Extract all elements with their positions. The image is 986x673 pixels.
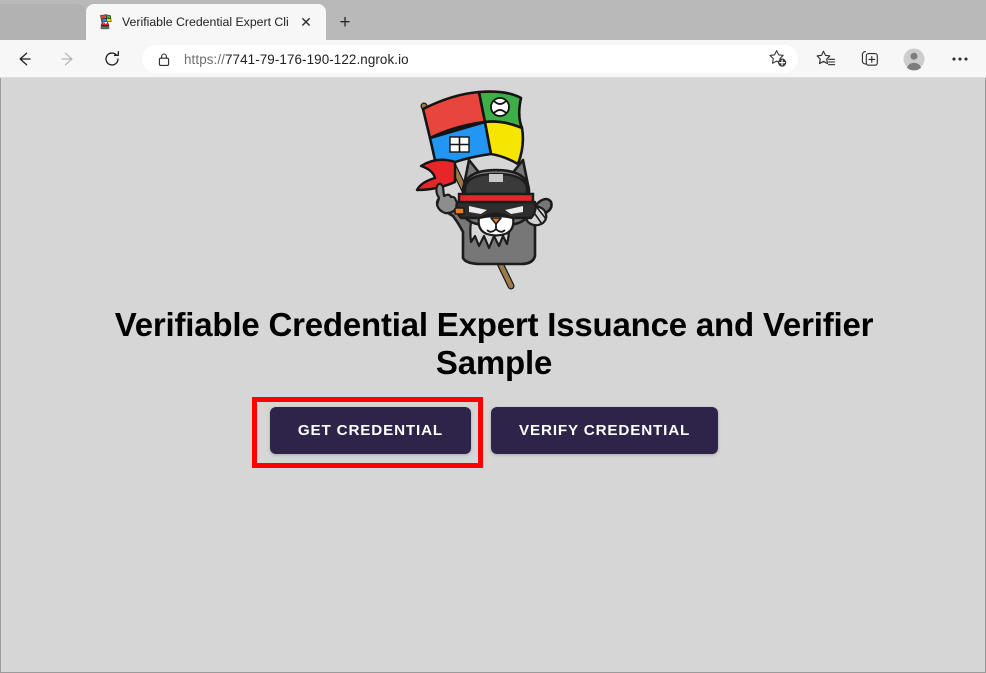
back-icon[interactable]: [10, 45, 38, 73]
url-host: 7741-79-176-190-122.ngrok.io: [225, 51, 409, 67]
browser-toolbar: https://7741-79-176-190-122.ngrok.io: [0, 40, 986, 78]
page-title: Verifiable Credential Expert Issuance an…: [114, 306, 874, 381]
lock-icon[interactable]: [154, 49, 174, 69]
action-button-row: GET CREDENTIAL VERIFY CREDENTIAL: [1, 407, 985, 454]
browser-tab[interactable]: Verifiable Credential Expert Cli ✕: [86, 4, 326, 40]
collections-icon[interactable]: [856, 45, 884, 73]
tab-strip-left-region: [0, 4, 86, 40]
verify-credential-button[interactable]: VERIFY CREDENTIAL: [491, 407, 719, 454]
tab-strip: Verifiable Credential Expert Cli ✕ +: [0, 0, 986, 40]
reload-icon[interactable]: [98, 45, 126, 73]
settings-and-more-icon[interactable]: [946, 45, 974, 73]
url-scheme: https://: [184, 51, 225, 67]
get-credential-button[interactable]: GET CREDENTIAL: [269, 407, 472, 454]
new-tab-button[interactable]: +: [332, 9, 358, 35]
forward-icon[interactable]: [54, 45, 82, 73]
tab-title: Verifiable Credential Expert Cli: [122, 15, 289, 29]
ninja-cat-hero-image: [411, 86, 591, 296]
address-bar[interactable]: https://7741-79-176-190-122.ngrok.io: [142, 45, 798, 73]
close-icon[interactable]: ✕: [294, 10, 318, 34]
ninja-cat-favicon: [97, 14, 113, 30]
add-favorite-icon[interactable]: [764, 45, 792, 73]
favorites-icon[interactable]: [812, 45, 840, 73]
profile-avatar[interactable]: [900, 45, 928, 73]
browser-window: Verifiable Credential Expert Cli ✕ + htt…: [0, 0, 986, 673]
url-text: https://7741-79-176-190-122.ngrok.io: [184, 52, 409, 67]
page-content: Verifiable Credential Expert Issuance an…: [0, 78, 986, 673]
